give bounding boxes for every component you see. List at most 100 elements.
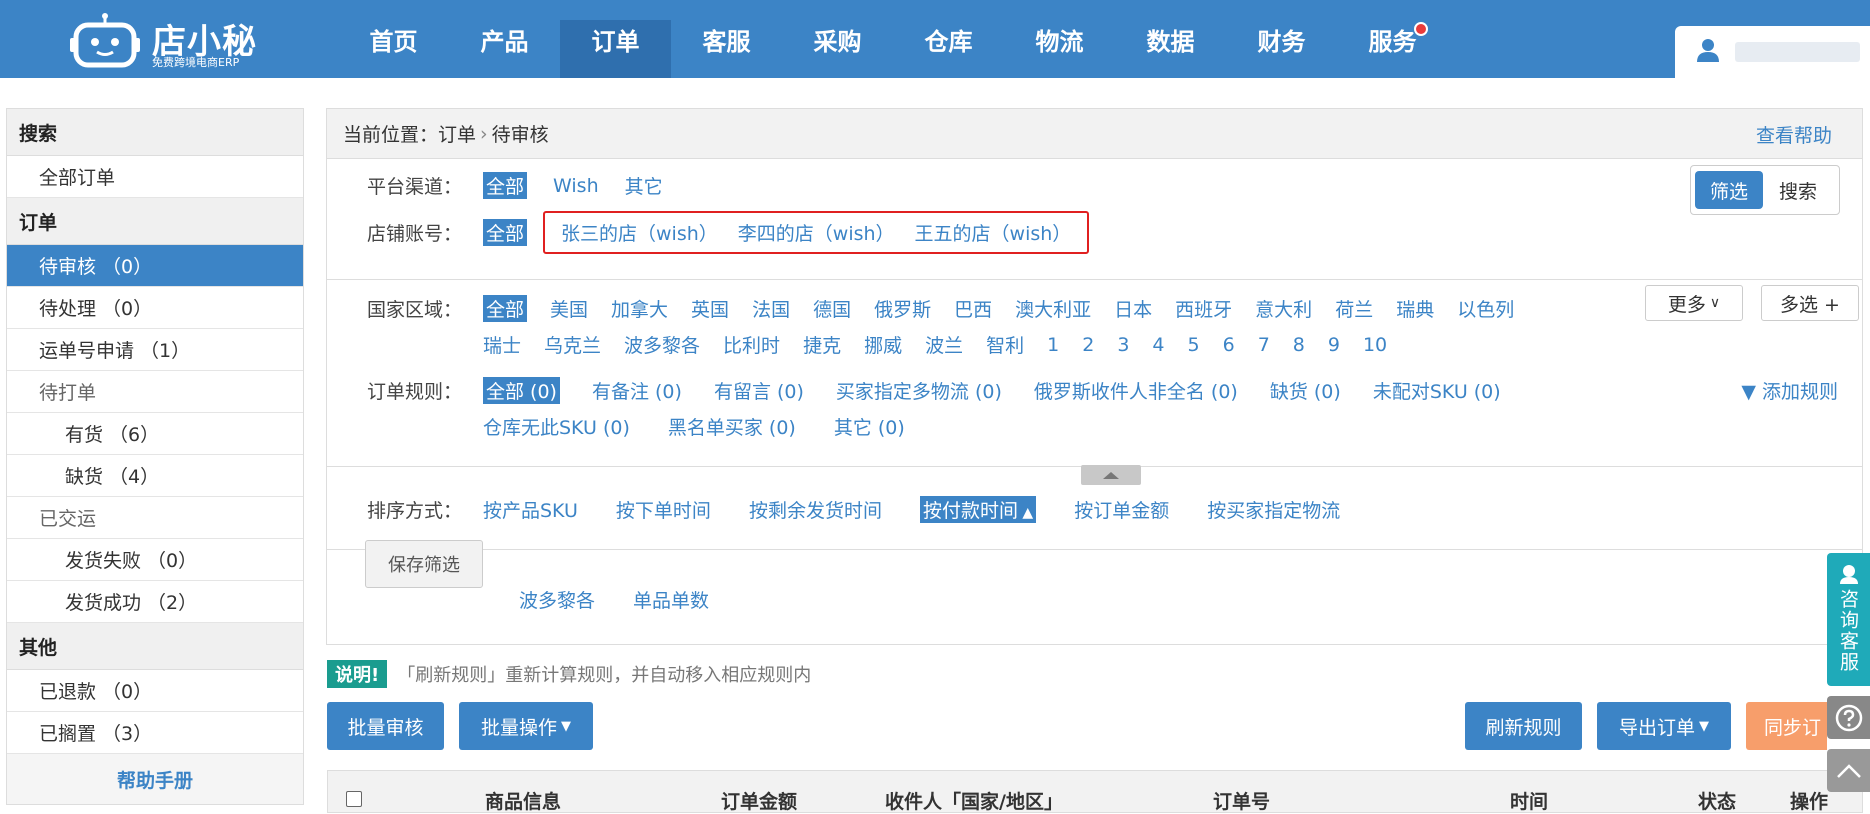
country-option[interactable]: 2	[1082, 334, 1094, 356]
nav-item[interactable]: 客服	[671, 0, 782, 78]
search-toggle-button[interactable]: 搜索	[1763, 177, 1833, 204]
nav-item[interactable]: 首页	[338, 0, 449, 78]
rule-option[interactable]: 仓库无此SKU (0)	[483, 413, 630, 440]
sidebar-item-in-stock[interactable]: 有货 （6）	[7, 413, 303, 455]
sidebar-item-pending[interactable]: 待处理 （0）	[7, 287, 303, 329]
country-option[interactable]: 挪威	[864, 331, 902, 358]
country-option[interactable]: 英国	[691, 295, 729, 322]
export-orders-button[interactable]: 导出订单 ▼	[1597, 702, 1731, 750]
nav-item[interactable]: 仓库	[893, 0, 1004, 78]
filter-toggle-button[interactable]: 筛选	[1695, 171, 1763, 209]
country-option[interactable]: 4	[1152, 334, 1164, 356]
country-option[interactable]: 智利	[986, 331, 1024, 358]
nav-item[interactable]: 服务	[1337, 0, 1448, 78]
sort-option[interactable]: 按产品SKU	[483, 496, 578, 523]
rule-option[interactable]: 缺货 (0)	[1270, 377, 1341, 404]
country-option[interactable]: 波兰	[925, 331, 963, 358]
shop-option-all[interactable]: 全部	[483, 219, 528, 246]
sidebar-item-out-of-stock[interactable]: 缺货 （4）	[7, 455, 303, 497]
sort-option[interactable]: 按付款时间 ▲	[919, 496, 1037, 523]
country-option[interactable]: 10	[1363, 334, 1387, 356]
saved-preset[interactable]: 单品单数	[633, 586, 709, 613]
rule-option[interactable]: 有备注 (0)	[592, 377, 682, 404]
sidebar-item-to-print[interactable]: 待打单	[7, 371, 303, 413]
country-option[interactable]: 以色列	[1457, 295, 1514, 322]
country-option[interactable]: 乌克兰	[544, 331, 601, 358]
help-manual-link[interactable]: 帮助手册	[7, 754, 303, 804]
country-option[interactable]: 6	[1223, 334, 1235, 356]
sidebar-item-ship-failed[interactable]: 发货失败 （0）	[7, 539, 303, 581]
sort-option[interactable]: 按下单时间	[616, 496, 711, 523]
country-option[interactable]: 意大利	[1255, 295, 1312, 322]
country-option[interactable]: 9	[1328, 334, 1340, 356]
platform-option[interactable]: Wish	[553, 175, 599, 197]
nav-item[interactable]: 产品	[449, 0, 560, 78]
sidebar-item-ship-success[interactable]: 发货成功 （2）	[7, 581, 303, 623]
view-help-link[interactable]: 查看帮助	[1756, 121, 1832, 148]
user-menu[interactable]	[1675, 26, 1870, 78]
sync-orders-button[interactable]: 同步订	[1746, 702, 1827, 750]
breadcrumb-orders[interactable]: 订单	[438, 120, 476, 147]
shop-option[interactable]: 张三的店（wish）	[561, 219, 718, 246]
country-option[interactable]: 法国	[752, 295, 790, 322]
rule-option[interactable]: 俄罗斯收件人非全名 (0)	[1034, 377, 1238, 404]
country-option[interactable]: 5	[1188, 334, 1200, 356]
country-option[interactable]: 日本	[1114, 295, 1152, 322]
collapse-toggle[interactable]	[1081, 465, 1141, 485]
shop-option[interactable]: 李四的店（wish）	[738, 219, 895, 246]
country-option[interactable]: 7	[1258, 334, 1270, 356]
platform-option[interactable]: 其它	[625, 172, 663, 199]
sidebar-item-shipped[interactable]: 已交运	[7, 497, 303, 539]
country-option[interactable]: 捷克	[803, 331, 841, 358]
country-option[interactable]: 美国	[550, 295, 588, 322]
country-option[interactable]: 澳大利亚	[1015, 295, 1091, 322]
country-option[interactable]: 比利时	[723, 331, 780, 358]
sidebar-item-all-orders[interactable]: 全部订单	[7, 156, 303, 198]
country-option[interactable]: 德国	[813, 295, 851, 322]
add-rule-button[interactable]: ▼ 添加规则	[1741, 377, 1838, 404]
country-option[interactable]: 波多黎各	[624, 331, 700, 358]
multi-select-button[interactable]: 多选 +	[1761, 285, 1859, 321]
rule-option[interactable]: 其它 (0)	[834, 413, 905, 440]
sidebar-item-shelved[interactable]: 已搁置 （3）	[7, 712, 303, 754]
rule-option[interactable]: 未配对SKU (0)	[1373, 377, 1501, 404]
saved-preset[interactable]: 波多黎各	[519, 586, 595, 613]
country-option[interactable]: 全部	[483, 295, 528, 322]
sidebar-item-tracking-apply[interactable]: 运单号申请 （1）	[7, 329, 303, 371]
sidebar-item-refunded[interactable]: 已退款 （0）	[7, 670, 303, 712]
platform-option[interactable]: 全部	[483, 172, 528, 199]
shop-option[interactable]: 王五的店（wish）	[915, 219, 1072, 246]
batch-review-button[interactable]: 批量审核	[327, 702, 444, 750]
help-float[interactable]	[1827, 696, 1870, 739]
country-option[interactable]: 8	[1293, 334, 1305, 356]
sidebar-item-pending-review[interactable]: 待审核 （0）	[7, 245, 303, 287]
country-option[interactable]: 瑞典	[1396, 295, 1434, 322]
sort-option[interactable]: 按买家指定物流	[1207, 496, 1340, 523]
rule-option[interactable]: 黑名单买家 (0)	[668, 413, 796, 440]
country-option[interactable]: 瑞士	[483, 331, 521, 358]
country-option[interactable]: 1	[1047, 334, 1059, 356]
more-countries-button[interactable]: 更多 ∨	[1645, 285, 1743, 321]
country-option[interactable]: 加拿大	[611, 295, 668, 322]
country-option[interactable]: 西班牙	[1175, 295, 1232, 322]
rule-option[interactable]: 全部 (0)	[483, 377, 560, 404]
rule-option[interactable]: 买家指定多物流 (0)	[836, 377, 1002, 404]
sort-option[interactable]: 按订单金额	[1074, 496, 1169, 523]
rule-option[interactable]: 有留言 (0)	[714, 377, 804, 404]
brand-logo[interactable]: 店小秘 免费跨境电商ERP	[70, 4, 270, 70]
select-all-checkbox[interactable]	[346, 791, 362, 807]
sort-option[interactable]: 按剩余发货时间	[749, 496, 882, 523]
country-option[interactable]: 3	[1117, 334, 1129, 356]
country-option[interactable]: 俄罗斯	[874, 295, 931, 322]
back-to-top-float[interactable]	[1827, 749, 1870, 792]
nav-item[interactable]: 采购	[782, 0, 893, 78]
save-filter-button[interactable]: 保存筛选	[365, 540, 483, 588]
nav-item[interactable]: 物流	[1004, 0, 1115, 78]
refresh-rules-button[interactable]: 刷新规则	[1465, 702, 1582, 750]
batch-ops-button[interactable]: 批量操作 ▼	[459, 702, 593, 750]
nav-item[interactable]: 订单	[560, 20, 671, 78]
nav-item[interactable]: 财务	[1226, 0, 1337, 78]
customer-service-float[interactable]: 咨询客服	[1827, 553, 1870, 686]
nav-item[interactable]: 数据	[1115, 0, 1226, 78]
country-option[interactable]: 荷兰	[1335, 295, 1373, 322]
